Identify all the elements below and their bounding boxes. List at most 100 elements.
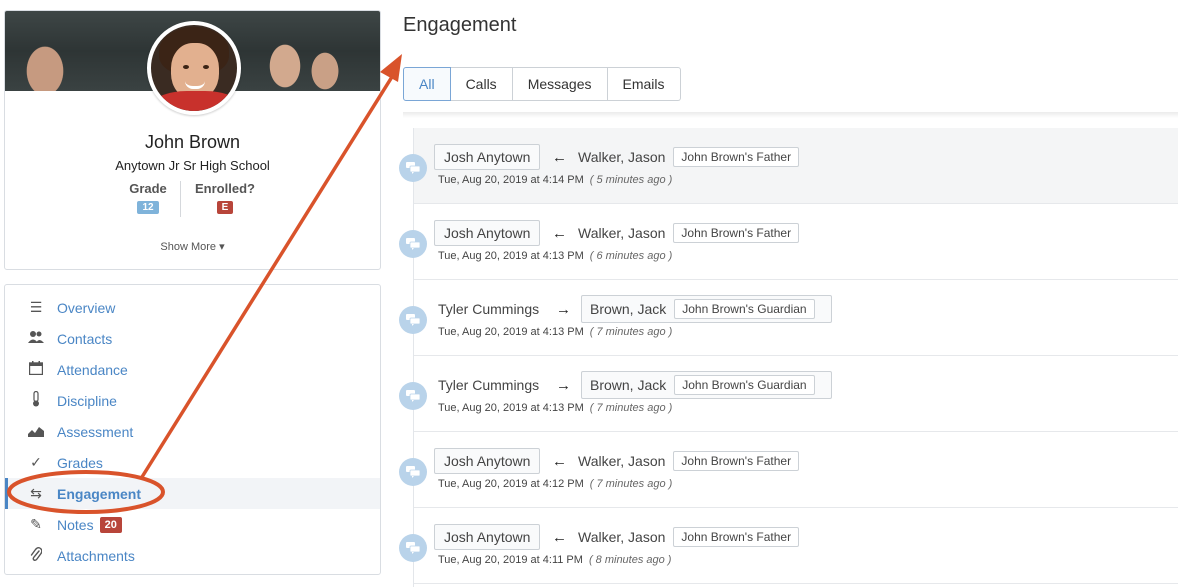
sidebar-item-label: Attachments [57,547,135,564]
staff-member: Josh Anytown [434,524,541,550]
entry-date: Tue, Aug 20, 2019 at 4:11 PM [438,554,583,566]
sidebar-item-label: Discipline [57,392,117,409]
entry-date: Tue, Aug 20, 2019 at 4:13 PM [438,402,584,414]
direction-arrow-icon: → [556,300,571,318]
engagement-entry[interactable]: Josh Anytown ← Walker, Jason John Brown's F… [399,128,1178,204]
direction-arrow-icon: → [556,376,571,394]
message-icon [399,534,427,562]
relation-tag: John Brown's Father [673,223,800,243]
student-profile-card: John Brown Anytown Jr Sr High School Gra… [4,10,381,270]
sidebar-item-label: Grades [57,454,103,471]
direction-arrow-icon: ← [552,452,567,470]
header-divider [403,112,1178,118]
calendar-icon [25,361,47,378]
staff-member: Josh Anytown [434,448,541,474]
sidebar-item-contacts[interactable]: Contacts [5,323,380,354]
pencil-icon: ✎ [30,516,42,532]
relation-tag: John Brown's Guardian [674,299,815,319]
entry-timestamp: Tue, Aug 20, 2019 at 4:13 PM ( 7 minutes … [438,402,672,414]
enrolled-badge: E [216,201,234,214]
contact-name: Walker, Jason [578,529,666,545]
sidebar-item-label: Contacts [57,330,113,347]
sidebar-item-notes[interactable]: ✎ Notes 20 [5,509,380,540]
entry-timestamp: Tue, Aug 20, 2019 at 4:14 PM ( 5 minutes … [438,174,672,186]
direction-arrow-icon: ← [552,148,567,166]
contact-name: Brown, Jack [590,377,667,393]
entry-date: Tue, Aug 20, 2019 at 4:13 PM [438,250,584,262]
message-icon [399,458,427,486]
show-more-button[interactable]: Show More ▾ [5,240,380,253]
entry-relative-time: ( 7 minutes ago ) [589,478,673,490]
contact-group: Walker, Jason John Brown's Father [578,448,800,474]
relation-tag: John Brown's Father [673,451,800,471]
sidebar-item-label: Attendance [57,361,128,378]
entry-date: Tue, Aug 20, 2019 at 4:13 PM [438,326,584,338]
contact-group: Brown, Jack John Brown's Guardian [581,371,832,399]
sidebar-item-label: Overview [57,299,116,316]
entry-timestamp: Tue, Aug 20, 2019 at 4:12 PM ( 7 minutes … [438,478,672,490]
sidebar-item-engagement[interactable]: ⇆ Engagement [5,478,380,509]
tab-emails[interactable]: Emails [607,67,681,101]
tab-messages[interactable]: Messages [512,67,608,101]
sidebar-item-attendance[interactable]: Attendance [5,354,380,385]
message-icon [399,306,427,334]
direction-arrow-icon: ← [552,528,567,546]
thermometer-icon [25,390,47,410]
notes-count-badge: 20 [99,516,122,533]
sidebar-item-label: Assessment [57,423,134,440]
page-title: Engagement [403,14,517,36]
entry-relative-time: ( 7 minutes ago ) [589,326,673,338]
staff-member: Tyler Cummings [438,377,540,393]
sidebar-item-assessment[interactable]: Assessment [5,416,380,447]
check-icon: ✓ [30,454,42,470]
exchange-icon: ⇆ [30,485,42,501]
staff-member: Josh Anytown [434,220,541,246]
entry-relative-time: ( 8 minutes ago ) [588,554,672,566]
sidebar-item-grades[interactable]: ✓ Grades [5,447,380,478]
enrolled-label: Enrolled? [195,181,255,196]
contact-group: Walker, Jason John Brown's Father [578,524,800,550]
tab-calls[interactable]: Calls [450,67,513,101]
grade-stat: Grade 12 [125,181,171,215]
contact-group: Walker, Jason John Brown's Father [578,144,800,170]
message-icon [399,154,427,182]
engagement-entry[interactable]: Tyler Cummings → Brown, Jack John Brown's G… [399,280,1178,356]
engagement-entry[interactable]: Tyler Cummings → Brown, Jack John Brown's G… [399,356,1178,432]
engagement-entry[interactable]: Josh Anytown ← Walker, Jason John Brown's F… [399,432,1178,508]
entry-timestamp: Tue, Aug 20, 2019 at 4:11 PM ( 8 minutes … [438,554,671,566]
sidebar-item-label: Notes [57,516,94,533]
stat-divider [180,181,181,217]
entry-date: Tue, Aug 20, 2019 at 4:12 PM [438,478,584,490]
contact-group: Brown, Jack John Brown's Guardian [581,295,832,323]
relation-tag: John Brown's Father [673,527,800,547]
relation-tag: John Brown's Father [673,147,800,167]
contact-group: Walker, Jason John Brown's Father [578,220,800,246]
enrolled-stat: Enrolled? E [191,181,259,215]
paperclip-icon [25,546,47,565]
area-chart-icon [25,424,47,440]
contact-name: Walker, Jason [578,453,666,469]
grade-label: Grade [129,181,167,196]
engagement-entry[interactable]: Josh Anytown ← Walker, Jason John Brown's F… [399,204,1178,280]
entry-relative-time: ( 6 minutes ago ) [589,250,673,262]
sidebar-item-overview[interactable]: ☰ Overview [5,292,380,323]
entry-relative-time: ( 7 minutes ago ) [589,402,673,414]
entry-date: Tue, Aug 20, 2019 at 4:14 PM [438,174,584,186]
relation-tag: John Brown's Guardian [674,375,815,395]
engagement-filter-tabs: All Calls Messages Emails [403,67,681,101]
sidebar-item-discipline[interactable]: Discipline [5,385,380,416]
student-avatar [147,21,241,115]
tab-all[interactable]: All [403,67,451,101]
users-icon [25,330,47,347]
school-name: Anytown Jr Sr High School [115,158,270,173]
staff-member: Josh Anytown [434,144,541,170]
message-icon [399,230,427,258]
entry-timestamp: Tue, Aug 20, 2019 at 4:13 PM ( 6 minutes … [438,250,672,262]
entry-timestamp: Tue, Aug 20, 2019 at 4:13 PM ( 7 minutes … [438,326,672,338]
engagement-entry[interactable]: Josh Anytown ← Walker, Jason John Brown's F… [399,508,1178,584]
list-icon: ☰ [29,299,43,315]
contact-name: Walker, Jason [578,225,666,241]
sidebar-item-label: Engagement [57,485,142,502]
contact-name: Brown, Jack [590,301,667,317]
sidebar-item-attachments[interactable]: Attachments [5,540,380,571]
